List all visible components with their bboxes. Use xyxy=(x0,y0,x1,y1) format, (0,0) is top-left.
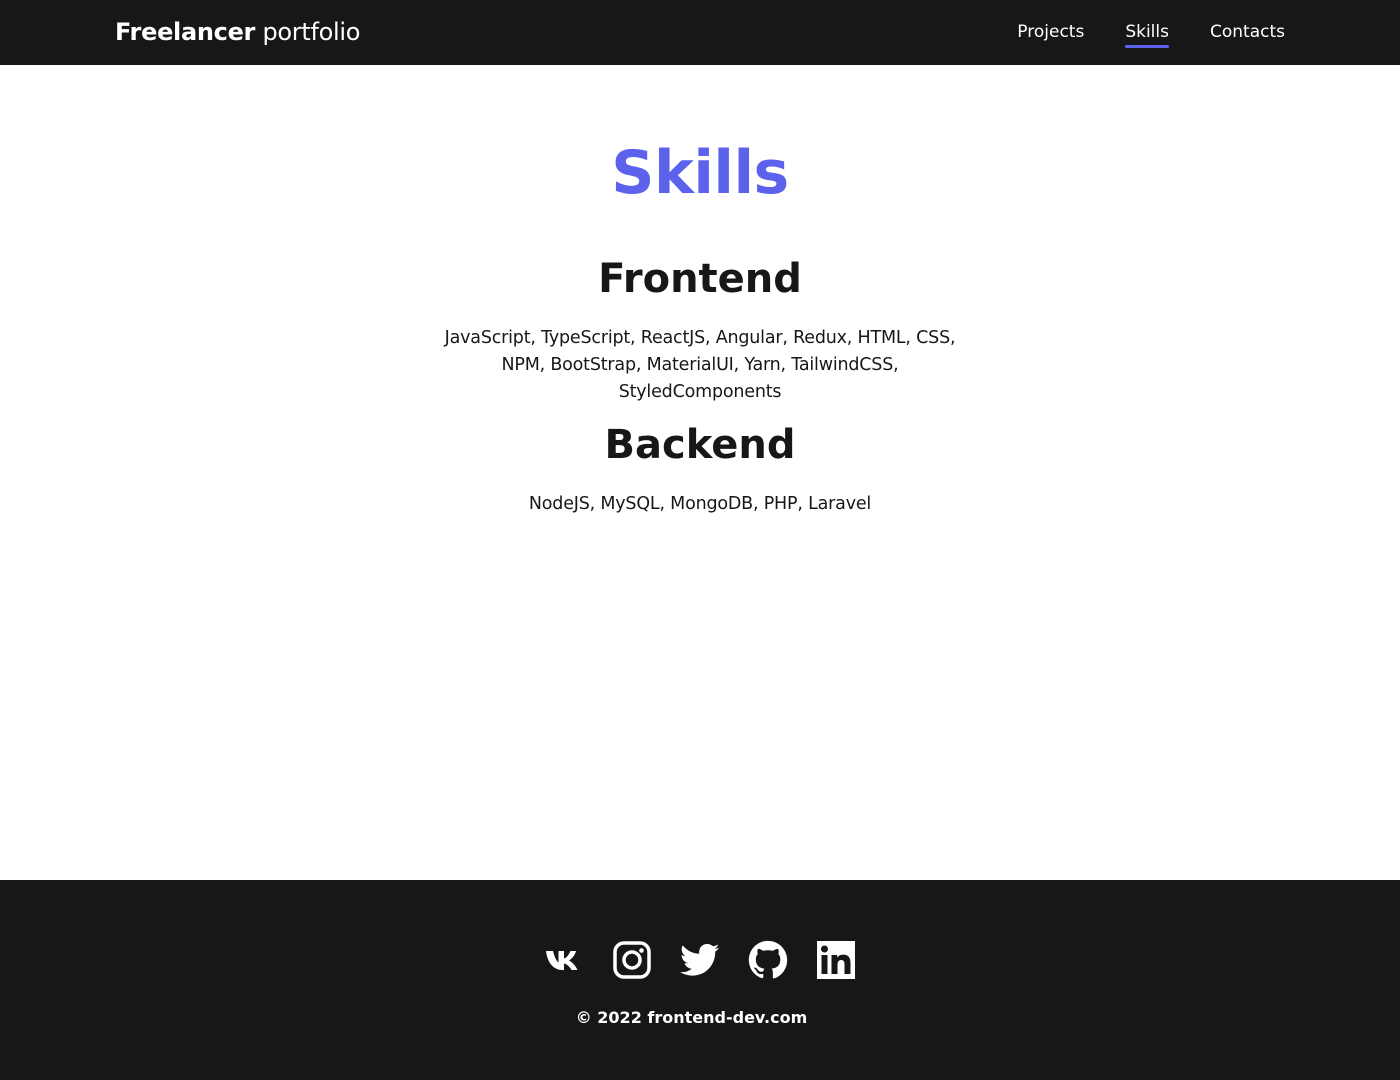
main-content: Skills Frontend JavaScript, TypeScript, … xyxy=(0,65,1400,880)
instagram-link[interactable] xyxy=(612,940,652,980)
site-header: Freelancer portfolio Projects Skills Con… xyxy=(0,0,1400,65)
site-footer: © 2022 frontend-dev.com xyxy=(0,880,1400,1080)
nav-link-contacts[interactable]: Contacts xyxy=(1210,19,1285,45)
twitter-icon xyxy=(680,943,720,976)
page-title: Skills xyxy=(611,138,789,208)
main-nav: Projects Skills Contacts xyxy=(1017,19,1285,48)
social-links xyxy=(0,940,1400,980)
section-text-backend: NodeJS, MySQL, MongoDB, PHP, Laravel xyxy=(528,494,872,514)
site-logo[interactable]: Freelancer portfolio xyxy=(115,15,360,49)
twitter-link[interactable] xyxy=(680,940,720,980)
github-icon xyxy=(748,940,788,979)
linkedin-link[interactable] xyxy=(816,940,856,980)
vk-icon xyxy=(546,951,578,970)
section-heading-backend: Backend xyxy=(604,422,796,468)
section-text-frontend: JavaScript, TypeScript, ReactJS, Angular… xyxy=(444,328,956,402)
copyright-text: © 2022 frontend-dev.com xyxy=(575,1008,808,1027)
nav-link-projects[interactable]: Projects xyxy=(1017,19,1084,45)
nav-link-skills[interactable]: Skills xyxy=(1125,19,1169,48)
section-heading-frontend: Frontend xyxy=(598,256,802,302)
logo-bold-text: Freelancer xyxy=(115,18,256,46)
linkedin-icon xyxy=(817,941,855,979)
vk-link[interactable] xyxy=(544,940,584,980)
instagram-icon xyxy=(613,941,651,979)
github-link[interactable] xyxy=(748,940,788,980)
logo-light-text: portfolio xyxy=(262,18,361,46)
